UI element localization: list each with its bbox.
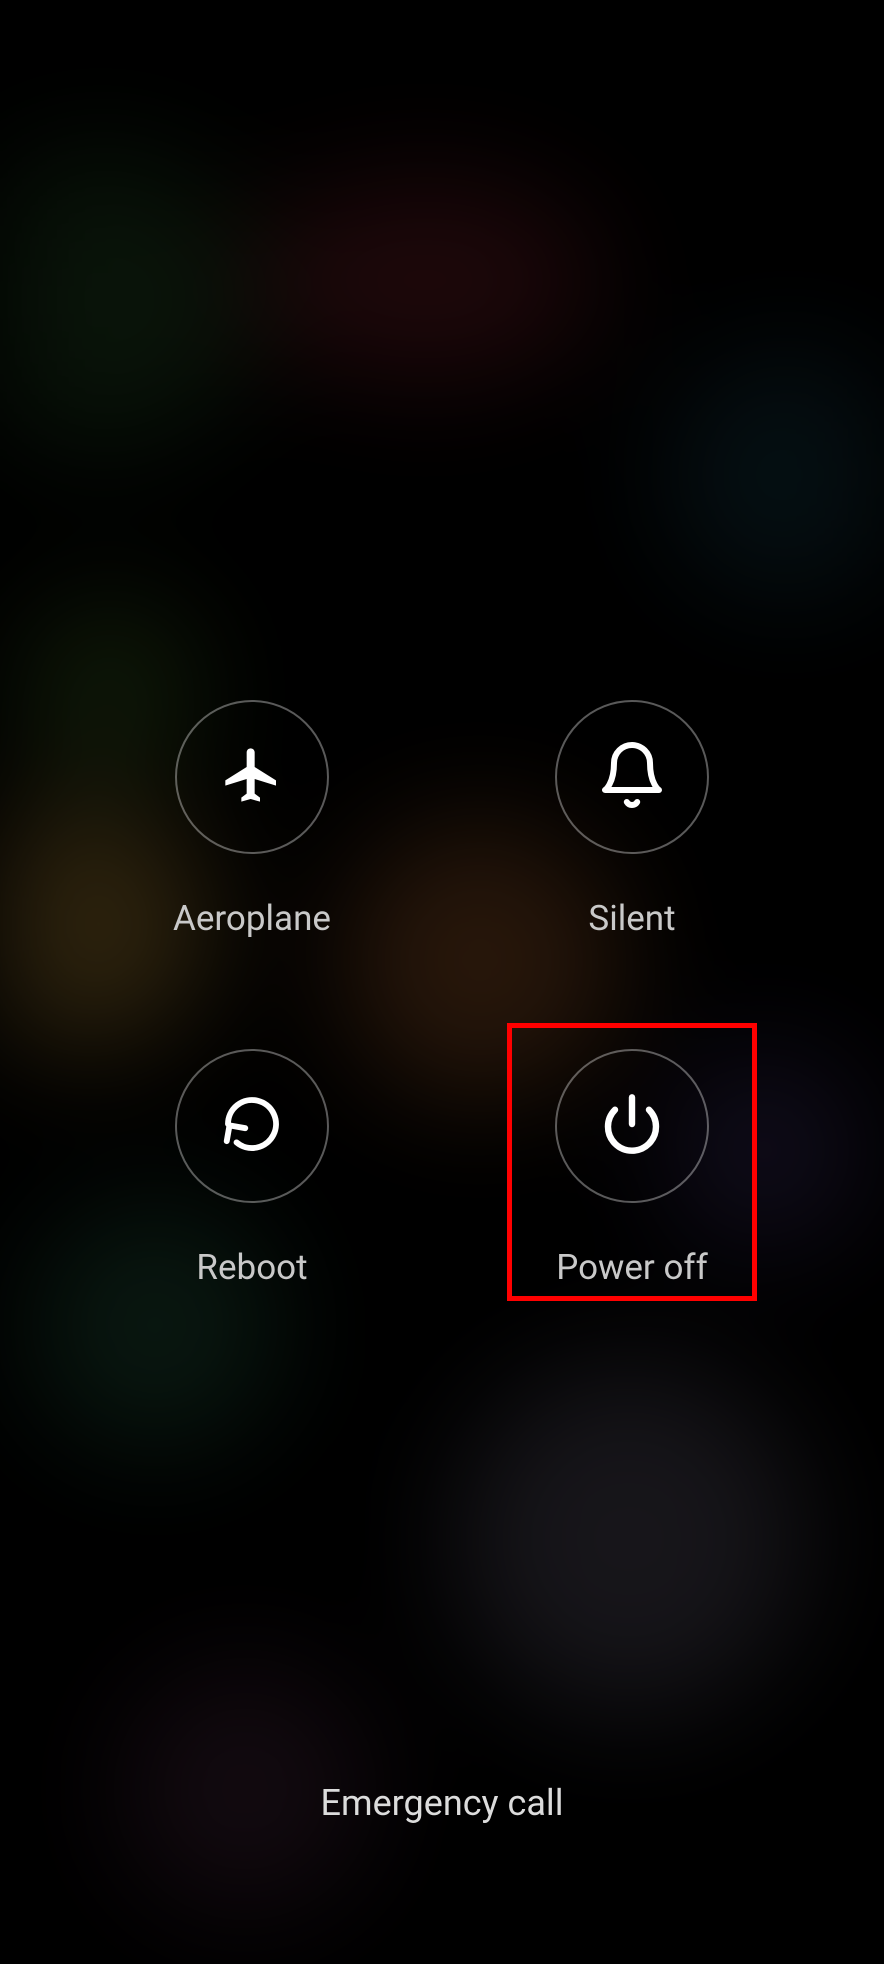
power-off-label: Power off bbox=[556, 1247, 708, 1288]
restart-icon bbox=[220, 1092, 284, 1160]
aeroplane-circle bbox=[175, 700, 329, 854]
power-off-button[interactable]: Power off bbox=[507, 1049, 757, 1288]
power-menu: Aeroplane Silent bbox=[0, 0, 884, 1964]
silent-mode-button[interactable]: Silent bbox=[507, 700, 757, 939]
aeroplane-label: Aeroplane bbox=[173, 898, 331, 939]
silent-circle bbox=[555, 700, 709, 854]
reboot-button[interactable]: Reboot bbox=[127, 1049, 377, 1288]
aeroplane-mode-button[interactable]: Aeroplane bbox=[127, 700, 377, 939]
power-options-grid: Aeroplane Silent bbox=[127, 700, 757, 1288]
silent-label: Silent bbox=[588, 898, 675, 939]
power-off-circle bbox=[555, 1049, 709, 1203]
reboot-label: Reboot bbox=[196, 1247, 307, 1288]
bell-icon bbox=[596, 739, 668, 815]
power-icon bbox=[600, 1092, 664, 1160]
reboot-circle bbox=[175, 1049, 329, 1203]
airplane-icon bbox=[220, 743, 284, 811]
emergency-call-button[interactable]: Emergency call bbox=[0, 1782, 884, 1824]
